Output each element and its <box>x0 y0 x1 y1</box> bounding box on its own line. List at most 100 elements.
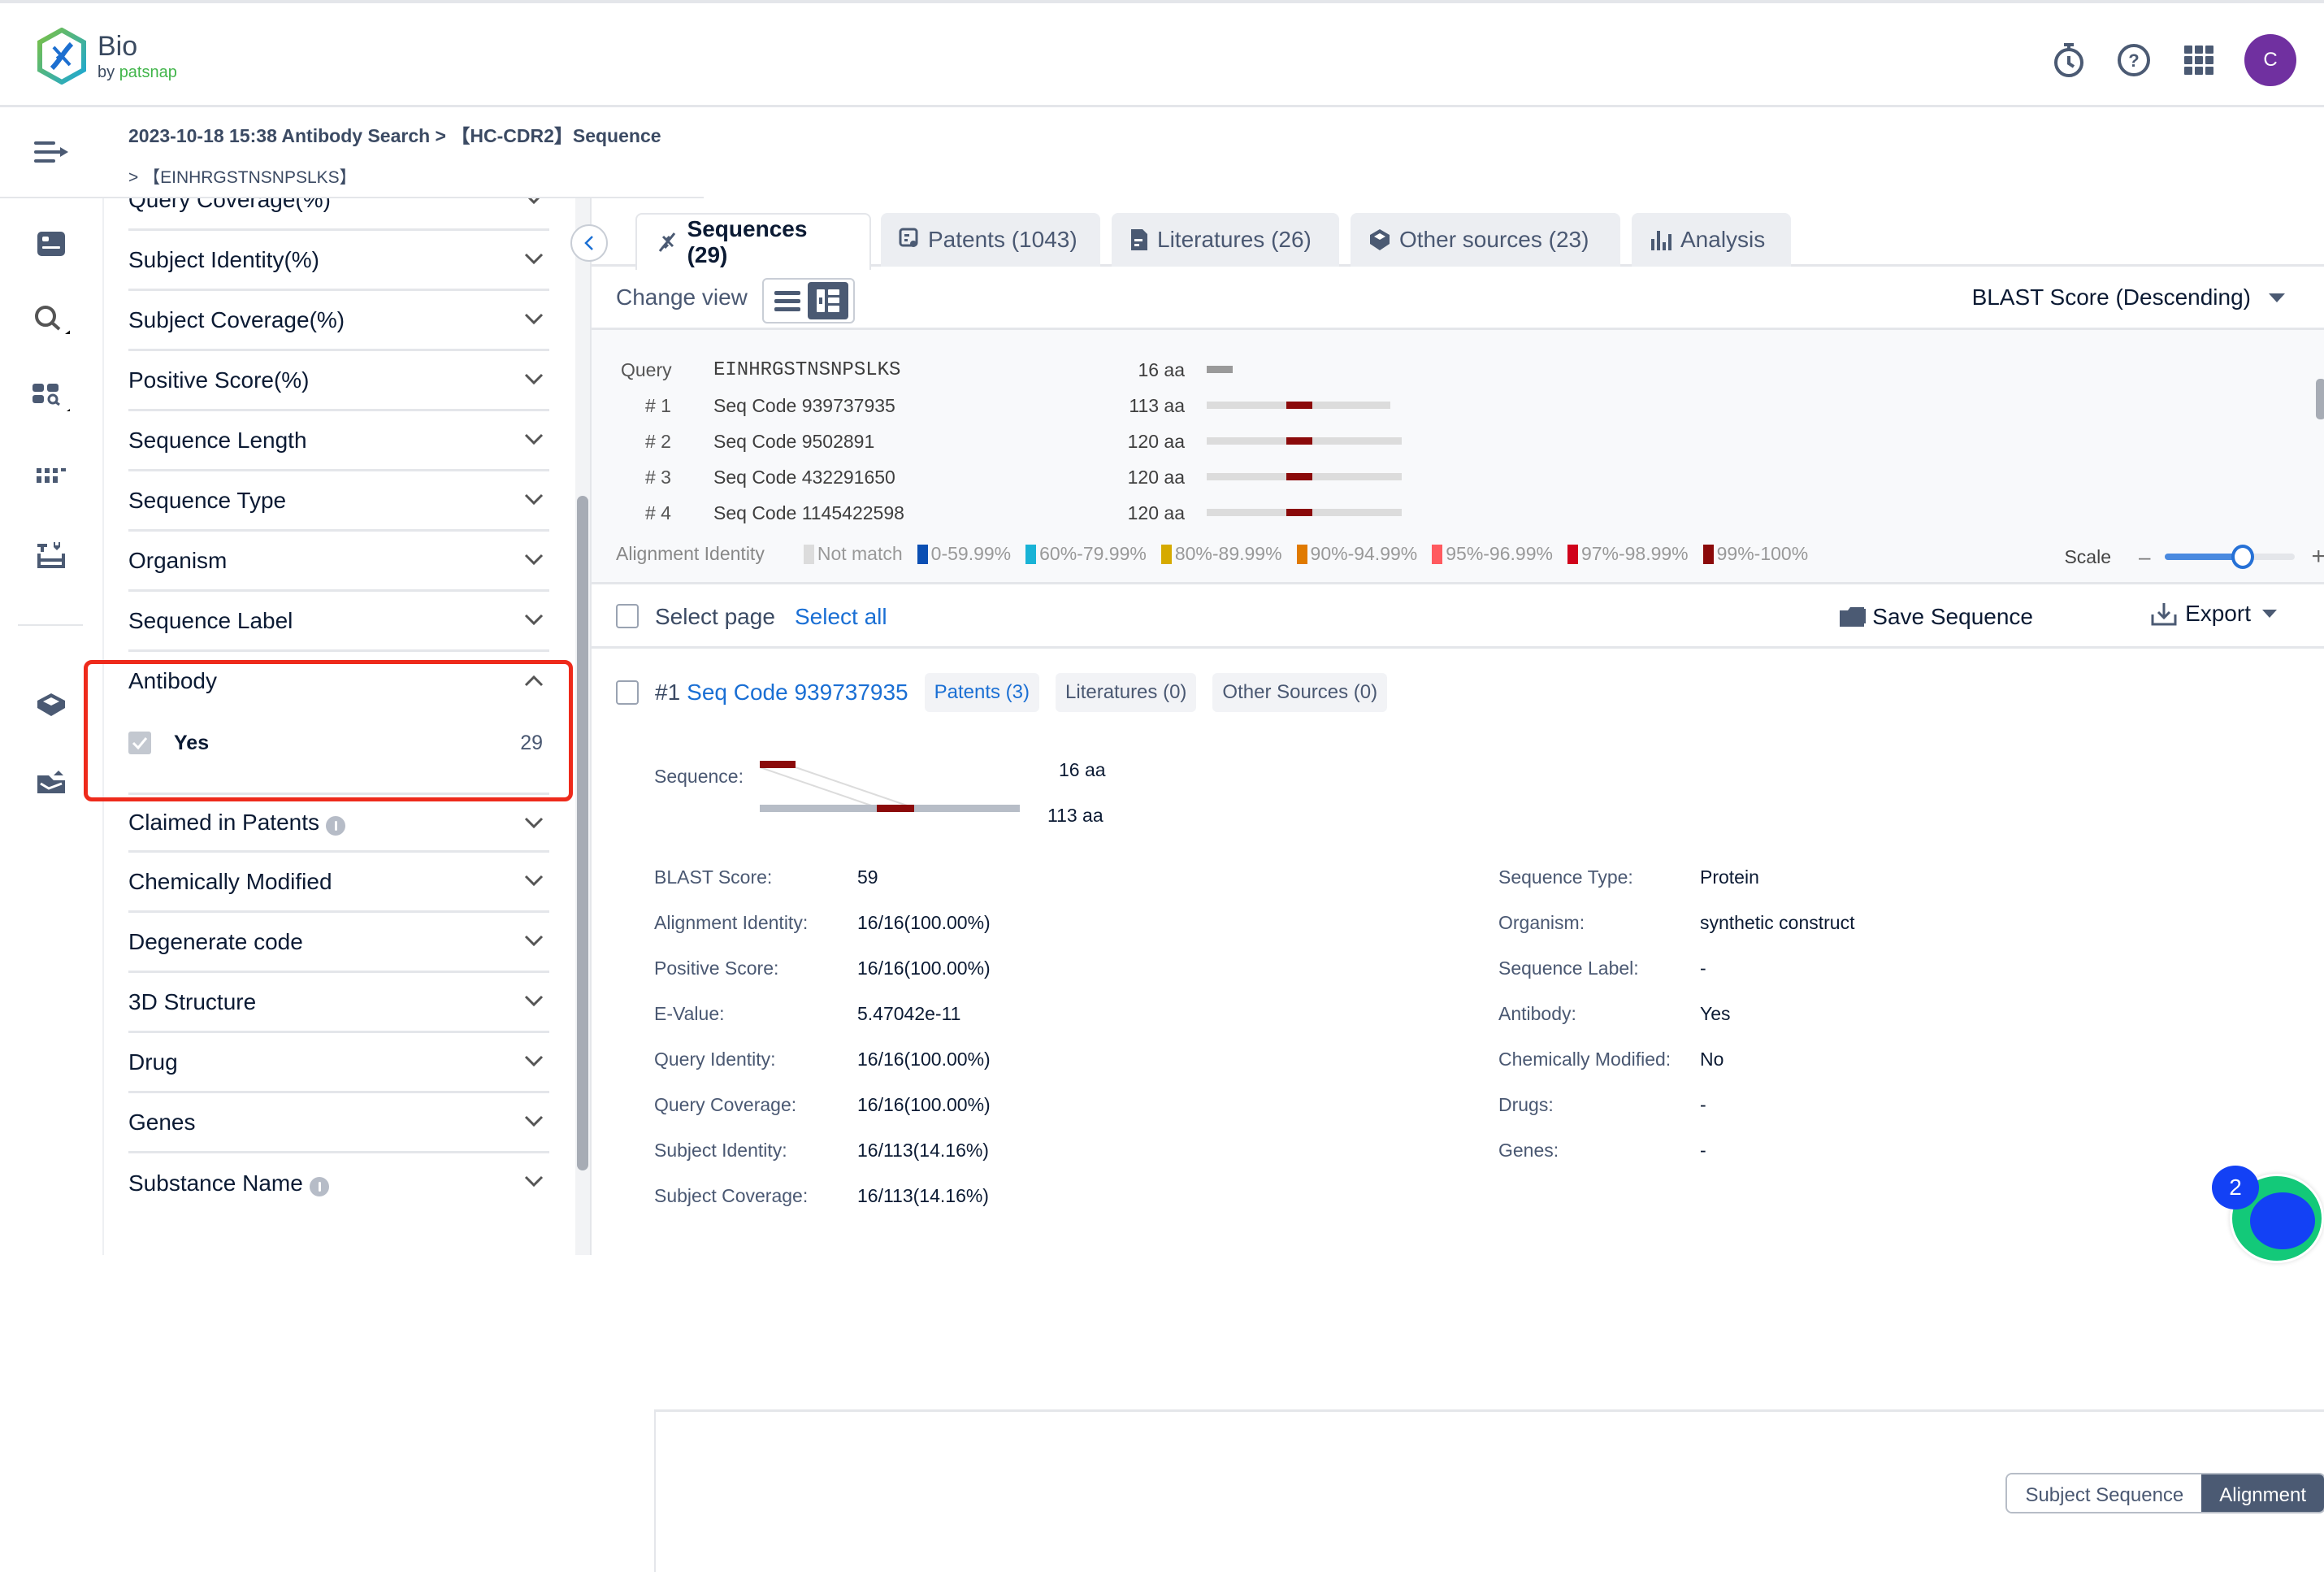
help-icon[interactable]: ? <box>2109 36 2158 85</box>
filter-subject-identity[interactable]: Subject Identity(%) <box>128 231 549 291</box>
tab-literatures[interactable]: Literatures (26) <box>1112 213 1339 267</box>
search-icon[interactable] <box>33 302 70 340</box>
alignment-button[interactable]: Alignment <box>2201 1474 2324 1512</box>
collapse-menu-icon[interactable] <box>0 107 102 198</box>
overview-scrollbar-thumb[interactable] <box>2316 379 2324 419</box>
filter-sequence-type[interactable]: Sequence Type <box>128 471 549 532</box>
tab-analysis[interactable]: Analysis <box>1632 213 1791 267</box>
filter-subject-coverage[interactable]: Subject Coverage(%) <box>128 291 549 351</box>
hit-name[interactable]: Seq Code 1145422598 <box>713 502 904 524</box>
filter-label: Sequence Type <box>128 487 287 513</box>
hit-name[interactable]: Seq Code 9502891 <box>713 431 874 453</box>
filter-positive-score[interactable]: Positive Score(%) <box>128 351 549 411</box>
scale-slider[interactable] <box>2165 545 2296 569</box>
sort-dropdown[interactable]: BLAST Score (Descending) <box>1972 284 2285 310</box>
hit-bar <box>1207 402 1390 409</box>
hit-name[interactable]: Seq Code 939737935 <box>713 395 895 417</box>
timer-icon[interactable] <box>2044 36 2093 85</box>
overview-hit-row[interactable]: # 1 Seq Code 939737935 113 aa <box>592 389 1973 421</box>
save-sequence-button[interactable]: Save Sequence <box>1840 604 2033 630</box>
tab-sequences[interactable]: Sequences (29) <box>635 213 871 270</box>
result-card: #1 Seq Code 939737935 Patents (3) Litera… <box>592 649 2324 1572</box>
select-page-label[interactable]: Select page <box>655 604 775 630</box>
antibody-yes-label[interactable]: Yes <box>174 732 209 755</box>
property-value: - <box>1700 1140 1706 1161</box>
chevron-up-icon[interactable] <box>523 673 544 689</box>
property-value: 16/113(14.16%) <box>857 1140 989 1161</box>
overview-hit-row[interactable]: # 3 Seq Code 432291650 120 aa <box>592 460 1973 493</box>
property-key: Chemically Modified: <box>1498 1049 1671 1070</box>
user-avatar[interactable]: C <box>2244 34 2296 86</box>
filter-sequence-label[interactable]: Sequence Label <box>128 592 549 652</box>
slider-knob[interactable] <box>2231 545 2255 569</box>
filter-scrollbar[interactable] <box>575 198 590 1255</box>
legend-swatch <box>1567 544 1578 564</box>
filter-chemically-modified[interactable]: Chemically Modified <box>128 853 549 913</box>
assistant-icon <box>2250 1192 2315 1249</box>
literatures-chip[interactable]: Literatures (0) <box>1056 673 1197 712</box>
list-view-button[interactable] <box>767 282 808 319</box>
sequence-search-icon[interactable] <box>33 380 70 418</box>
workspace-icon[interactable] <box>33 686 70 723</box>
filter-drug[interactable]: Drug <box>128 1033 549 1093</box>
chevron-down-icon <box>524 313 544 325</box>
filter-label: Query Coverage(%) <box>128 198 331 212</box>
result-seq-code-link[interactable]: Seq Code 939737935 <box>687 680 908 706</box>
hit-name[interactable]: Seq Code 432291650 <box>713 467 895 489</box>
bio-logo-icon[interactable] <box>36 27 88 85</box>
legend-title: Alignment Identity <box>616 543 765 564</box>
tab-other-sources[interactable]: Other sources (23) <box>1351 213 1620 267</box>
filter-label: Sequence Length <box>128 427 307 453</box>
filter-scrollbar-thumb[interactable] <box>577 496 588 1170</box>
property-key: Antibody: <box>1498 1003 1576 1024</box>
grid-icon[interactable] <box>33 458 70 496</box>
apps-grid-icon[interactable] <box>2174 36 2223 85</box>
overview-hit-row[interactable]: # 4 Seq Code 1145422598 120 aa <box>592 496 1973 528</box>
detail-view-button[interactable] <box>808 282 848 319</box>
filter-substance-name[interactable]: Substance Name <box>128 1153 549 1214</box>
filter-antibody-header[interactable]: Antibody <box>128 668 217 694</box>
info-icon[interactable] <box>326 816 346 836</box>
filter-query-coverage[interactable]: Query Coverage(%) <box>128 198 549 231</box>
property-key: Alignment Identity: <box>654 912 809 933</box>
overview-hit-row[interactable]: # 2 Seq Code 9502891 120 aa <box>592 424 1973 457</box>
property-value: Yes <box>1700 1003 1731 1024</box>
alerts-icon[interactable] <box>33 762 70 800</box>
toolbox-icon[interactable] <box>33 536 70 574</box>
filter-genes[interactable]: Genes <box>128 1093 549 1153</box>
dna-icon <box>658 232 676 252</box>
filter-label: Sequence Label <box>128 607 293 633</box>
collapse-filters-button[interactable] <box>570 224 608 262</box>
select-all-link[interactable]: Select all <box>795 604 887 630</box>
antibody-yes-checkbox[interactable] <box>128 732 151 754</box>
filter-degenerate-code[interactable]: Degenerate code <box>128 913 549 973</box>
patents-chip[interactable]: Patents (3) <box>924 673 1040 712</box>
hit-bar <box>1207 509 1402 516</box>
scale-label: Scale <box>2064 545 2111 567</box>
property-value: 16/16(100.00%) <box>857 912 991 933</box>
filter-sequence-length[interactable]: Sequence Length <box>128 411 549 471</box>
info-icon[interactable] <box>309 1177 329 1196</box>
property-value: 16/16(100.00%) <box>857 958 991 979</box>
property-value: 16/16(100.00%) <box>857 1049 991 1070</box>
legend-label: 97%-98.99% <box>1580 543 1689 564</box>
subject-sequence-button[interactable]: Subject Sequence <box>2007 1474 2202 1512</box>
filter-claimed-in-patents[interactable]: Claimed in Patents <box>128 793 549 853</box>
breadcrumb-query: > 【EINHRGSTNSNPSLKS】 <box>128 168 357 187</box>
select-page-checkbox[interactable] <box>616 604 639 628</box>
filter-3d-structure[interactable]: 3D Structure <box>128 973 549 1033</box>
zoom-out-button[interactable]: – <box>2139 545 2150 570</box>
property-row: E-Value: 5.47042e-11 <box>654 1003 1385 1049</box>
filter-label: Subject Identity(%) <box>128 246 319 272</box>
detail-view-icon <box>817 289 839 312</box>
export-button[interactable]: Export <box>2151 601 2277 627</box>
result-checkbox[interactable] <box>616 680 639 705</box>
overview-scrollbar[interactable] <box>2314 330 2324 582</box>
filter-organism[interactable]: Organism <box>128 532 549 592</box>
tab-patents[interactable]: Patents (1043) <box>881 213 1100 267</box>
subtitle-prefix: by <box>98 63 119 81</box>
saved-icon[interactable] <box>33 225 70 263</box>
breadcrumb-path[interactable]: 2023-10-18 15:38 Antibody Search > 【HC-C… <box>128 120 704 148</box>
other-sources-chip[interactable]: Other Sources (0) <box>1212 673 1388 712</box>
document-icon <box>1131 229 1147 250</box>
